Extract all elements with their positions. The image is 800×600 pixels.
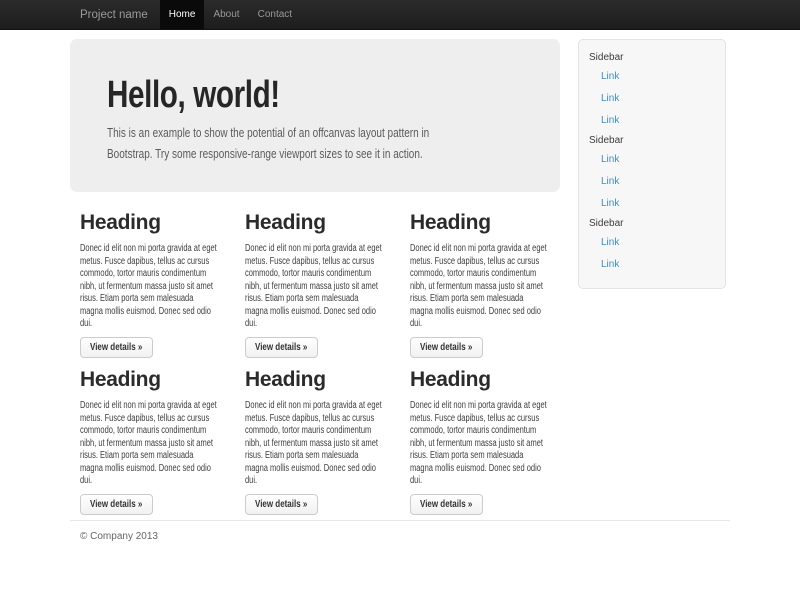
hero-subtitle: This is an example to show the potential… [107,123,603,165]
jumbotron: Hello, world! This is an example to show… [70,39,560,192]
footer: © Company 2013 [70,520,730,542]
view-details-button[interactable]: View details » [80,494,153,515]
sidebar-link[interactable]: Link [589,193,715,215]
view-details-button[interactable]: View details » [245,494,318,515]
content-card: Heading Donec id elit non mi porta gravi… [80,368,240,515]
content-card: Heading Donec id elit non mi porta gravi… [410,368,570,515]
card-body: Donec id elit non mi porta gravida at eg… [245,243,406,331]
content-card: Heading Donec id elit non mi porta gravi… [245,211,405,358]
card-heading: Heading [410,211,570,234]
content-card: Heading Donec id elit non mi porta gravi… [245,368,405,515]
view-details-label: View details » [255,495,307,514]
sidebar-link[interactable]: Link [589,171,715,193]
view-details-label: View details » [90,495,142,514]
view-details-label: View details » [420,338,472,357]
sidebar-link[interactable]: Link [589,149,715,171]
view-details-button[interactable]: View details » [410,337,483,358]
sidebar-group-title: Sidebar [589,218,715,230]
card-heading: Heading [245,211,405,234]
card-body: Donec id elit non mi porta gravida at eg… [410,243,571,331]
card-body: Donec id elit non mi porta gravida at eg… [410,400,571,488]
sidebar-group: Sidebar Link Link Link [589,52,715,132]
view-details-button[interactable]: View details » [80,337,153,358]
sidebar-link[interactable]: Link [589,110,715,132]
sidebar-group-title: Sidebar [589,52,715,64]
view-details-label: View details » [420,495,472,514]
card-body: Donec id elit non mi porta gravida at eg… [80,400,241,488]
sidebar-link[interactable]: Link [589,232,715,254]
sidebar-link[interactable]: Link [589,254,715,276]
sidebar: Sidebar Link Link Link Sidebar Link Link… [578,39,726,289]
sidebar-group: Sidebar Link Link [589,218,715,276]
view-details-label: View details » [255,338,307,357]
sidebar-group-title: Sidebar [589,135,715,147]
card-body: Donec id elit non mi porta gravida at eg… [80,243,241,331]
sidebar-group: Sidebar Link Link Link [589,135,715,215]
card-heading: Heading [80,211,240,234]
page-container: Hello, world! This is an example to show… [70,0,730,600]
hero-title: Hello, world! [107,75,437,115]
content-card: Heading Donec id elit non mi porta gravi… [80,211,240,358]
card-heading: Heading [245,368,405,391]
content-row-1: Heading Donec id elit non mi porta gravi… [80,211,580,358]
content-row-2: Heading Donec id elit non mi porta gravi… [80,368,580,515]
card-heading: Heading [80,368,240,391]
copyright-text: © Company 2013 [80,531,158,542]
view-details-button[interactable]: View details » [245,337,318,358]
view-details-button[interactable]: View details » [410,494,483,515]
view-details-label: View details » [90,338,142,357]
card-body: Donec id elit non mi porta gravida at eg… [245,400,406,488]
sidebar-link[interactable]: Link [589,66,715,88]
content-card: Heading Donec id elit non mi porta gravi… [410,211,570,358]
sidebar-link[interactable]: Link [589,88,715,110]
card-heading: Heading [410,368,570,391]
